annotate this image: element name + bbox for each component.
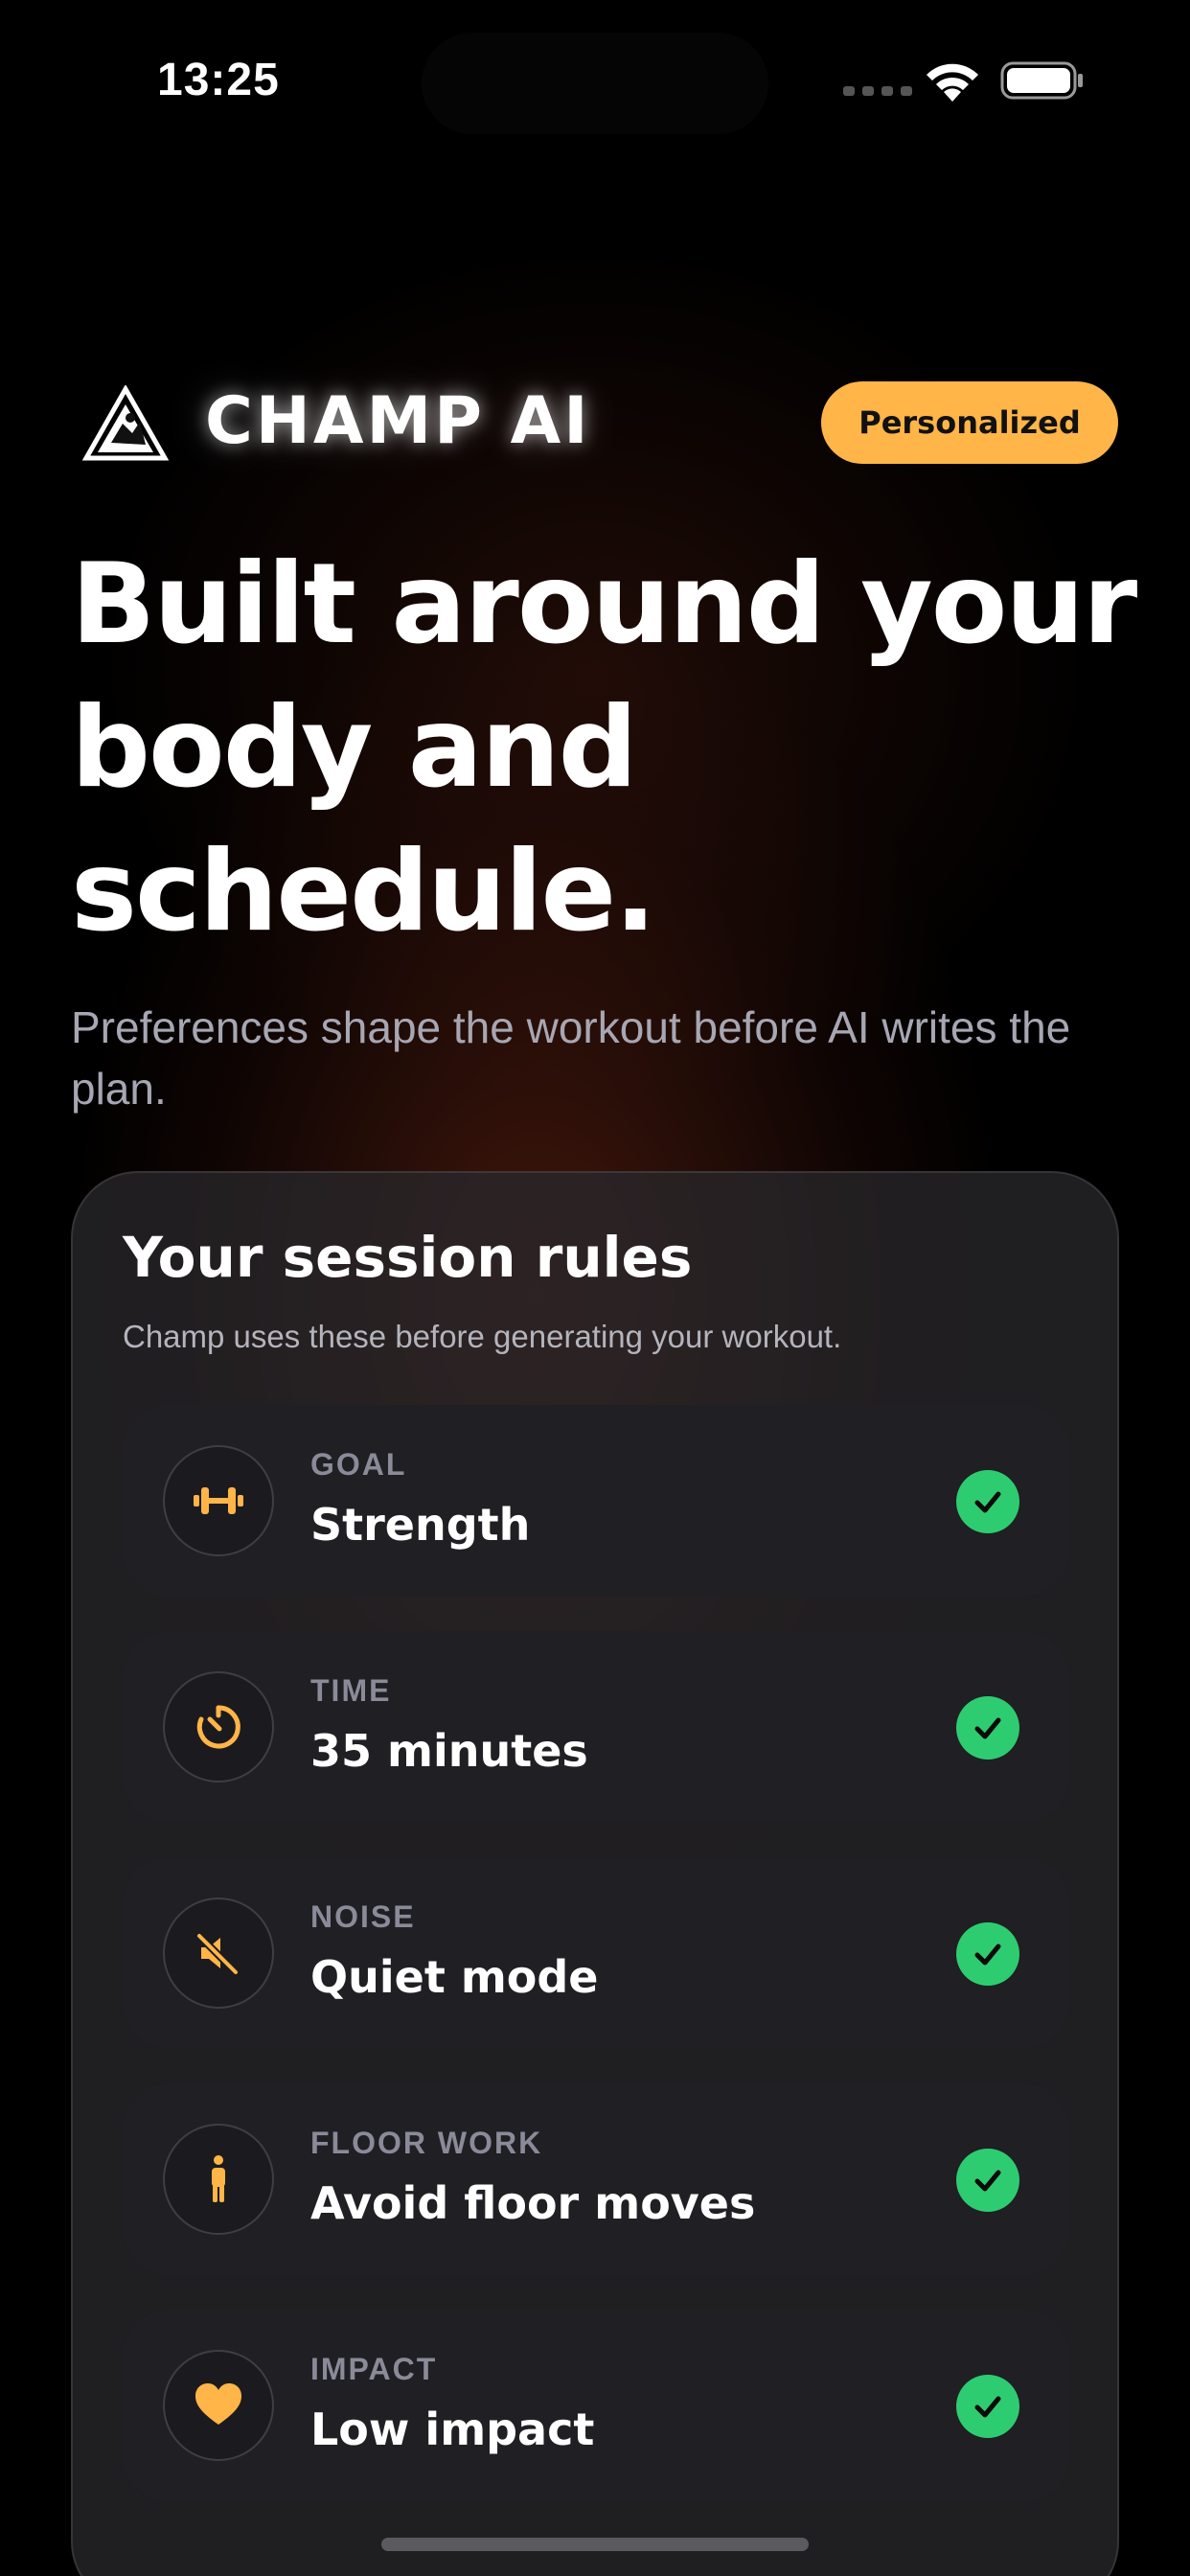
battery-icon bbox=[1000, 61, 1083, 100]
rule-impact[interactable]: IMPACT Low impact bbox=[123, 2310, 1069, 2501]
session-rules-card: Your session rules Champ uses these befo… bbox=[71, 1171, 1119, 2576]
personalized-badge: Personalized bbox=[821, 381, 1118, 464]
card-title: Your session rules bbox=[123, 1225, 693, 1290]
rule-time[interactable]: TIME 35 minutes bbox=[123, 1631, 1069, 1823]
person-standing-icon bbox=[163, 2124, 274, 2235]
timer-icon bbox=[163, 1671, 274, 1782]
checkmark-icon bbox=[956, 1696, 1019, 1760]
dynamic-island bbox=[422, 33, 768, 134]
rule-noise[interactable]: NOISE Quiet mode bbox=[123, 1857, 1069, 2049]
page-headline: Built around your body and schedule. bbox=[71, 540, 1137, 956]
wifi-icon bbox=[927, 63, 978, 102]
page-subtitle: Preferences shape the workout before AI … bbox=[71, 1002, 1071, 1114]
rule-label: FLOOR WORK bbox=[310, 2126, 543, 2160]
checkmark-icon bbox=[956, 2375, 1019, 2438]
home-indicator[interactable] bbox=[381, 2538, 809, 2551]
checkmark-icon bbox=[956, 1470, 1019, 1533]
rule-value: Quiet mode bbox=[310, 1951, 599, 2003]
rule-value: Strength bbox=[310, 1499, 531, 1551]
rule-value: Avoid floor moves bbox=[310, 2177, 756, 2229]
checkmark-icon bbox=[956, 1922, 1019, 1986]
rule-floor-work[interactable]: FLOOR WORK Avoid floor moves bbox=[123, 2083, 1069, 2275]
dumbbell-icon bbox=[163, 1445, 274, 1556]
rule-label: TIME bbox=[310, 1673, 392, 1708]
rule-label: NOISE bbox=[310, 1899, 416, 1934]
rule-goal[interactable]: GOAL Strength bbox=[123, 1405, 1069, 1597]
brand-name: CHAMP AI bbox=[205, 383, 591, 459]
status-time: 13:25 bbox=[157, 55, 280, 105]
mute-icon bbox=[163, 1898, 274, 2009]
card-subtitle: Champ uses these before generating your … bbox=[123, 1319, 842, 1354]
rule-label: GOAL bbox=[310, 1447, 407, 1482]
cellular-signal-icon bbox=[843, 86, 912, 96]
champ-logo-icon bbox=[82, 385, 169, 461]
heart-icon bbox=[163, 2350, 274, 2461]
checkmark-icon bbox=[956, 2149, 1019, 2212]
rule-value: Low impact bbox=[310, 2404, 595, 2455]
rule-value: 35 minutes bbox=[310, 1725, 588, 1777]
rule-label: IMPACT bbox=[310, 2352, 438, 2386]
